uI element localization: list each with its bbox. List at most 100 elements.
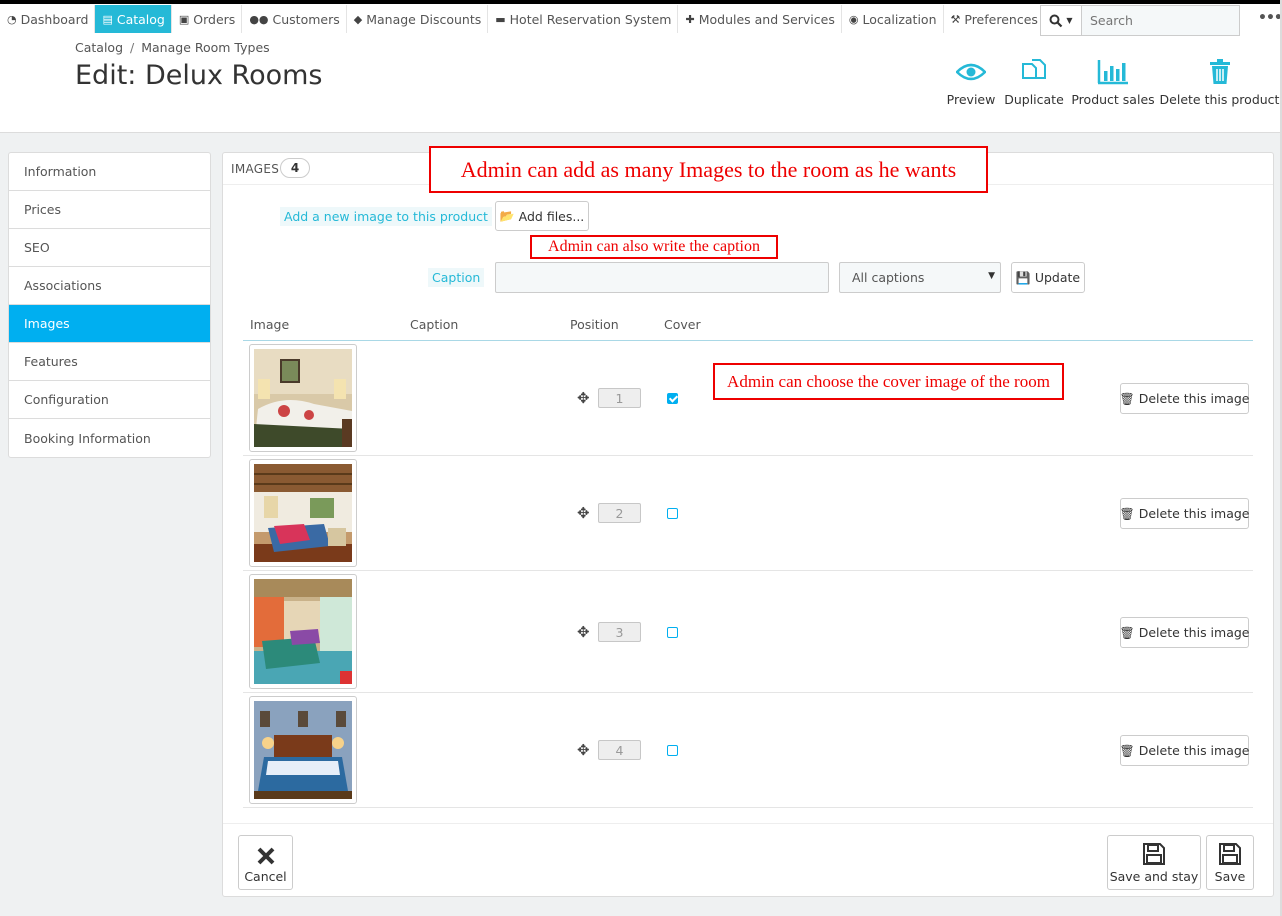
- save-and-stay-button[interactable]: Save and stay: [1107, 835, 1201, 890]
- tab-seo[interactable]: SEO: [9, 229, 210, 267]
- nav-item-label: Dashboard: [20, 11, 89, 27]
- bed-icon: ▬: [495, 12, 506, 26]
- column-header-position: Position: [570, 317, 619, 332]
- breadcrumb-catalog[interactable]: Catalog: [75, 40, 123, 55]
- floppy-disk-icon: [1143, 843, 1165, 865]
- folder-open-icon: 📂: [499, 209, 515, 223]
- breadcrumb-current[interactable]: Manage Room Types: [141, 40, 269, 55]
- more-options-icon[interactable]: •••: [1258, 10, 1282, 26]
- nav-item-label: Orders: [193, 11, 236, 27]
- table-row: ✥ 3 🗑 Delete this image: [243, 571, 1253, 693]
- breadcrumb-separator: /: [130, 40, 135, 55]
- nav-item-localization[interactable]: ◉ Localization: [842, 5, 944, 33]
- nav-item-hotel-reservation[interactable]: ▬ Hotel Reservation System: [488, 5, 679, 33]
- nav-item-label: Customers: [272, 11, 340, 27]
- delete-image-button[interactable]: 🗑 Delete this image: [1120, 383, 1250, 414]
- breadcrumb: Catalog / Manage Room Types: [75, 40, 270, 55]
- duplicate-label: Duplicate: [1004, 92, 1064, 107]
- duplicate-button[interactable]: Duplicate: [1004, 56, 1064, 107]
- captions-select-value: All captions: [852, 270, 925, 285]
- nav-item-label: Preferences: [964, 11, 1038, 27]
- drag-handle-icon[interactable]: ✥: [577, 623, 590, 641]
- cover-checkbox[interactable]: [667, 393, 678, 404]
- main-menu: ◔ Dashboard ▤ Catalog ▣ Orders ●● Custom…: [0, 5, 1045, 33]
- drag-handle-icon[interactable]: ✥: [577, 389, 590, 407]
- trash-icon: 🗑: [1119, 625, 1135, 640]
- product-sales-button[interactable]: Product sales: [1071, 56, 1155, 107]
- room-image-thumbnail[interactable]: [249, 574, 357, 689]
- dashboard-icon: ◔: [7, 12, 17, 26]
- nav-item-orders[interactable]: ▣ Orders: [172, 5, 243, 33]
- position-input: 2: [598, 503, 641, 523]
- trash-icon: 🗑: [1119, 506, 1135, 521]
- tab-images[interactable]: Images: [9, 305, 210, 343]
- update-caption-button[interactable]: 💾 Update: [1011, 262, 1085, 293]
- users-icon: ●●: [249, 12, 269, 26]
- cover-checkbox[interactable]: [667, 627, 678, 638]
- tab-booking-information[interactable]: Booking Information: [9, 419, 210, 457]
- search-input[interactable]: [1082, 5, 1240, 36]
- tab-associations[interactable]: Associations: [9, 267, 210, 305]
- floppy-disk-icon: [1219, 843, 1241, 865]
- caption-input[interactable]: [495, 262, 829, 293]
- delete-product-button[interactable]: Delete this product: [1160, 56, 1279, 107]
- room-image-thumbnail[interactable]: [249, 344, 357, 452]
- product-sales-label: Product sales: [1071, 92, 1155, 107]
- callout-cover: Admin can choose the cover image of the …: [713, 363, 1064, 400]
- panel-footer-divider: [223, 823, 1273, 824]
- images-panel: IMAGES 4 Admin can add as many Images to…: [222, 146, 1274, 897]
- cancel-label: Cancel: [244, 869, 287, 884]
- position-input: 3: [598, 622, 641, 642]
- nav-item-customers[interactable]: ●● Customers: [242, 5, 347, 33]
- book-icon: ▤: [102, 12, 113, 26]
- nav-item-label: Modules and Services: [698, 11, 835, 27]
- nav-item-modules[interactable]: ✚ Modules and Services: [678, 5, 842, 33]
- eye-icon: [956, 63, 986, 81]
- globe-icon: ◉: [848, 12, 859, 26]
- bar-chart-icon: [1097, 60, 1128, 85]
- nav-item-dashboard[interactable]: ◔ Dashboard: [0, 5, 96, 33]
- trash-icon: 🗑: [1119, 743, 1135, 758]
- add-image-label: Add a new image to this product: [280, 207, 492, 226]
- tab-information[interactable]: Information: [9, 153, 210, 191]
- preview-button[interactable]: Preview: [947, 56, 995, 107]
- nav-item-catalog[interactable]: ▤ Catalog: [95, 5, 172, 33]
- column-header-image: Image: [250, 317, 290, 332]
- caret-down-icon: ▼: [988, 271, 995, 281]
- search-type-dropdown[interactable]: ▼: [1040, 5, 1082, 36]
- room-image-thumbnail[interactable]: [249, 459, 357, 567]
- tab-configuration[interactable]: Configuration: [9, 381, 210, 419]
- top-border: [0, 0, 1282, 4]
- position-input: 4: [598, 740, 641, 760]
- delete-image-label: Delete this image: [1138, 391, 1250, 406]
- tab-features[interactable]: Features: [9, 343, 210, 381]
- nav-item-discounts[interactable]: ◆ Manage Discounts: [347, 5, 489, 33]
- captions-language-select[interactable]: All captions ▼: [839, 262, 1001, 293]
- panel-title: IMAGES: [231, 162, 280, 176]
- delete-image-button[interactable]: 🗑 Delete this image: [1119, 498, 1250, 529]
- add-files-button[interactable]: 📂 Add files...: [495, 201, 589, 231]
- table-row: ✥ 2 🗑 Delete this image: [243, 456, 1253, 571]
- delete-image-button[interactable]: 🗑 Delete this image: [1119, 617, 1250, 648]
- callout-add-images: Admin can add as many Images to the room…: [429, 146, 988, 193]
- column-header-cover: Cover: [664, 317, 701, 332]
- save-button[interactable]: Save: [1206, 835, 1254, 890]
- cancel-button[interactable]: Cancel: [238, 835, 293, 890]
- tab-prices[interactable]: Prices: [9, 191, 210, 229]
- search-icon: [1049, 14, 1063, 27]
- drag-handle-icon[interactable]: ✥: [577, 741, 590, 759]
- drag-handle-icon[interactable]: ✥: [577, 504, 590, 522]
- cover-checkbox[interactable]: [667, 508, 678, 519]
- cover-checkbox[interactable]: [667, 745, 678, 756]
- nav-item-preferences[interactable]: ⚒ Preferences: [944, 5, 1045, 33]
- copy-icon: [1022, 59, 1046, 79]
- save-icon: 💾: [1015, 270, 1031, 285]
- caption-label: Caption: [428, 268, 485, 287]
- tags-icon: ◆: [353, 12, 363, 26]
- delete-image-label: Delete this image: [1138, 743, 1250, 758]
- close-icon: [257, 847, 274, 865]
- room-image-thumbnail[interactable]: [249, 696, 357, 804]
- update-label: Update: [1034, 270, 1081, 285]
- delete-image-button[interactable]: 🗑 Delete this image: [1119, 735, 1250, 766]
- delete-product-label: Delete this product: [1159, 92, 1280, 107]
